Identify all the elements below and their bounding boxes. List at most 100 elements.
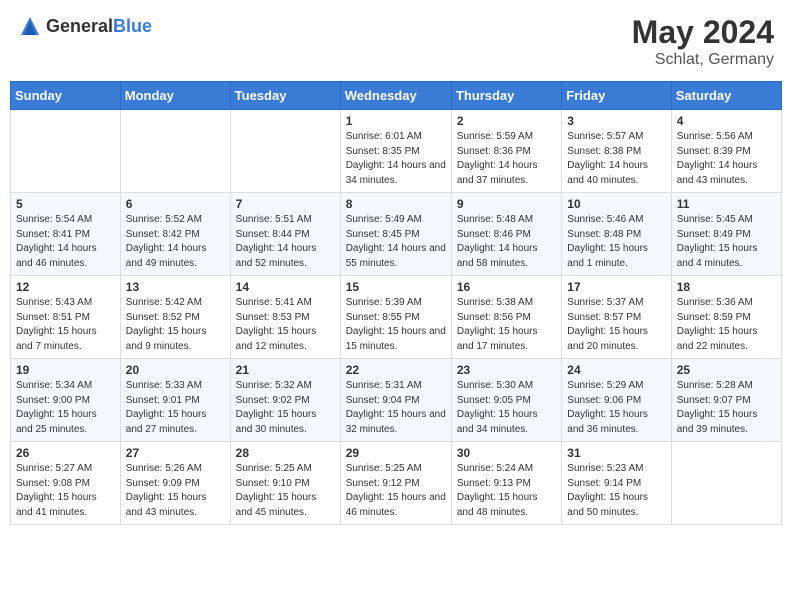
- calendar-day-cell: 1 Sunrise: 6:01 AM Sunset: 8:35 PM Daylig…: [340, 110, 451, 193]
- calendar-day-cell: 4 Sunrise: 5:56 AM Sunset: 8:39 PM Daylig…: [671, 110, 781, 193]
- day-info: Sunrise: 5:42 AM Sunset: 8:52 PM Dayligh…: [126, 296, 225, 354]
- calendar-week-row: 19 Sunrise: 5:34 AM Sunset: 9:00 PM Dayli…: [11, 359, 782, 442]
- day-info: Sunrise: 5:41 AM Sunset: 8:53 PM Dayligh…: [236, 296, 335, 354]
- day-number: 2: [457, 114, 556, 128]
- calendar-day-cell: [671, 442, 781, 525]
- day-number: 20: [126, 363, 225, 377]
- day-number: 13: [126, 280, 225, 294]
- calendar-day-cell: 12Sunrise: 5:43 AM Sunset: 8:51 PM Dayli…: [11, 276, 121, 359]
- day-number: 3: [567, 114, 665, 128]
- calendar-day-cell: 26 Sunrise: 5:27 AM Sunset: 9:08 PM Dayli…: [11, 442, 121, 525]
- day-number: 18: [677, 280, 776, 294]
- calendar-day-cell: 27 Sunrise: 5:26 AM Sunset: 9:09 PM Dayli…: [120, 442, 230, 525]
- day-info: Sunrise: 5:39 AM Sunset: 8:55 PM Dayligh…: [346, 296, 446, 354]
- day-info: Sunrise: 5:25 AM Sunset: 9:10 PM Dayligh…: [236, 462, 335, 520]
- calendar-day-cell: 5 Sunrise: 5:54 AM Sunset: 8:41 PM Daylig…: [11, 193, 121, 276]
- calendar-day-cell: 8 Sunrise: 5:49 AM Sunset: 8:45 PM Daylig…: [340, 193, 451, 276]
- day-info: Sunrise: 5:49 AM Sunset: 8:45 PM Dayligh…: [346, 213, 446, 271]
- day-info: Sunrise: 5:34 AM Sunset: 9:00 PM Dayligh…: [16, 379, 115, 437]
- page-header: GeneralBlue May 2024 Schlat, Germany: [10, 10, 782, 73]
- calendar-day-header: Sunday: [11, 82, 121, 110]
- day-number: 26: [16, 446, 115, 460]
- day-info: Sunrise: 5:24 AM Sunset: 9:13 PM Dayligh…: [457, 462, 556, 520]
- day-number: 6: [126, 197, 225, 211]
- day-number: 10: [567, 197, 665, 211]
- day-number: 1: [346, 114, 446, 128]
- calendar-day-cell: [230, 110, 340, 193]
- calendar-week-row: 26 Sunrise: 5:27 AM Sunset: 9:08 PM Dayli…: [11, 442, 782, 525]
- calendar-day-cell: 22 Sunrise: 5:31 AM Sunset: 9:04 PM Dayli…: [340, 359, 451, 442]
- day-number: 23: [457, 363, 556, 377]
- calendar-day-cell: 6 Sunrise: 5:52 AM Sunset: 8:42 PM Daylig…: [120, 193, 230, 276]
- day-number: 15: [346, 280, 446, 294]
- calendar-day-cell: [11, 110, 121, 193]
- logo-general-text: General: [46, 16, 113, 36]
- day-number: 31: [567, 446, 665, 460]
- day-info: Sunrise: 5:52 AM Sunset: 8:42 PM Dayligh…: [126, 213, 225, 271]
- day-info: Sunrise: 5:54 AM Sunset: 8:41 PM Dayligh…: [16, 213, 115, 271]
- day-info: Sunrise: 5:45 AM Sunset: 8:49 PM Dayligh…: [677, 213, 776, 271]
- day-info: Sunrise: 5:23 AM Sunset: 9:14 PM Dayligh…: [567, 462, 665, 520]
- calendar-table: SundayMondayTuesdayWednesdayThursdayFrid…: [10, 81, 782, 525]
- logo-blue-text: Blue: [113, 16, 152, 36]
- calendar-day-cell: 25 Sunrise: 5:28 AM Sunset: 9:07 PM Dayli…: [671, 359, 781, 442]
- day-number: 22: [346, 363, 446, 377]
- calendar-day-cell: 10 Sunrise: 5:46 AM Sunset: 8:48 PM Dayli…: [562, 193, 671, 276]
- day-info: Sunrise: 5:37 AM Sunset: 8:57 PM Dayligh…: [567, 296, 665, 354]
- day-info: Sunrise: 5:29 AM Sunset: 9:06 PM Dayligh…: [567, 379, 665, 437]
- day-number: 21: [236, 363, 335, 377]
- day-info: Sunrise: 5:25 AM Sunset: 9:12 PM Dayligh…: [346, 462, 446, 520]
- calendar-week-row: 5 Sunrise: 5:54 AM Sunset: 8:41 PM Daylig…: [11, 193, 782, 276]
- calendar-day-cell: 18Sunrise: 5:36 AM Sunset: 8:59 PM Dayli…: [671, 276, 781, 359]
- calendar-day-header: Thursday: [451, 82, 561, 110]
- day-info: Sunrise: 5:57 AM Sunset: 8:38 PM Dayligh…: [567, 130, 665, 188]
- calendar-header-row: SundayMondayTuesdayWednesdayThursdayFrid…: [11, 82, 782, 110]
- day-number: 14: [236, 280, 335, 294]
- day-info: Sunrise: 5:30 AM Sunset: 9:05 PM Dayligh…: [457, 379, 556, 437]
- calendar-day-cell: 31 Sunrise: 5:23 AM Sunset: 9:14 PM Dayli…: [562, 442, 671, 525]
- calendar-subtitle: Schlat, Germany: [632, 51, 774, 69]
- day-number: 25: [677, 363, 776, 377]
- calendar-day-cell: 3 Sunrise: 5:57 AM Sunset: 8:38 PM Daylig…: [562, 110, 671, 193]
- day-info: Sunrise: 5:51 AM Sunset: 8:44 PM Dayligh…: [236, 213, 335, 271]
- calendar-day-cell: 23 Sunrise: 5:30 AM Sunset: 9:05 PM Dayli…: [451, 359, 561, 442]
- day-number: 29: [346, 446, 446, 460]
- calendar-day-cell: 29 Sunrise: 5:25 AM Sunset: 9:12 PM Dayli…: [340, 442, 451, 525]
- calendar-day-cell: 21 Sunrise: 5:32 AM Sunset: 9:02 PM Dayli…: [230, 359, 340, 442]
- day-info: Sunrise: 5:33 AM Sunset: 9:01 PM Dayligh…: [126, 379, 225, 437]
- calendar-day-cell: 16Sunrise: 5:38 AM Sunset: 8:56 PM Dayli…: [451, 276, 561, 359]
- day-info: Sunrise: 5:31 AM Sunset: 9:04 PM Dayligh…: [346, 379, 446, 437]
- day-number: 8: [346, 197, 446, 211]
- day-info: Sunrise: 6:01 AM Sunset: 8:35 PM Dayligh…: [346, 130, 446, 188]
- calendar-day-cell: 2Sunrise: 5:59 AM Sunset: 8:36 PM Daylig…: [451, 110, 561, 193]
- day-number: 12: [16, 280, 115, 294]
- calendar-day-cell: 30Sunrise: 5:24 AM Sunset: 9:13 PM Dayli…: [451, 442, 561, 525]
- day-number: 4: [677, 114, 776, 128]
- day-info: Sunrise: 5:27 AM Sunset: 9:08 PM Dayligh…: [16, 462, 115, 520]
- calendar-day-header: Monday: [120, 82, 230, 110]
- calendar-day-cell: 9Sunrise: 5:48 AM Sunset: 8:46 PM Daylig…: [451, 193, 561, 276]
- day-info: Sunrise: 5:28 AM Sunset: 9:07 PM Dayligh…: [677, 379, 776, 437]
- calendar-day-header: Wednesday: [340, 82, 451, 110]
- day-info: Sunrise: 5:32 AM Sunset: 9:02 PM Dayligh…: [236, 379, 335, 437]
- logo: GeneralBlue: [18, 14, 152, 38]
- day-number: 27: [126, 446, 225, 460]
- day-number: 11: [677, 197, 776, 211]
- day-number: 28: [236, 446, 335, 460]
- day-info: Sunrise: 5:26 AM Sunset: 9:09 PM Dayligh…: [126, 462, 225, 520]
- calendar-day-header: Tuesday: [230, 82, 340, 110]
- calendar-week-row: 1 Sunrise: 6:01 AM Sunset: 8:35 PM Daylig…: [11, 110, 782, 193]
- day-number: 7: [236, 197, 335, 211]
- day-number: 19: [16, 363, 115, 377]
- calendar-day-cell: 28 Sunrise: 5:25 AM Sunset: 9:10 PM Dayli…: [230, 442, 340, 525]
- calendar-day-cell: [120, 110, 230, 193]
- day-info: Sunrise: 5:56 AM Sunset: 8:39 PM Dayligh…: [677, 130, 776, 188]
- day-info: Sunrise: 5:46 AM Sunset: 8:48 PM Dayligh…: [567, 213, 665, 271]
- title-block: May 2024 Schlat, Germany: [632, 14, 774, 69]
- calendar-day-cell: 15 Sunrise: 5:39 AM Sunset: 8:55 PM Dayli…: [340, 276, 451, 359]
- day-number: 5: [16, 197, 115, 211]
- day-number: 17: [567, 280, 665, 294]
- calendar-day-cell: 7 Sunrise: 5:51 AM Sunset: 8:44 PM Daylig…: [230, 193, 340, 276]
- calendar-day-cell: 13 Sunrise: 5:42 AM Sunset: 8:52 PM Dayli…: [120, 276, 230, 359]
- calendar-week-row: 12Sunrise: 5:43 AM Sunset: 8:51 PM Dayli…: [11, 276, 782, 359]
